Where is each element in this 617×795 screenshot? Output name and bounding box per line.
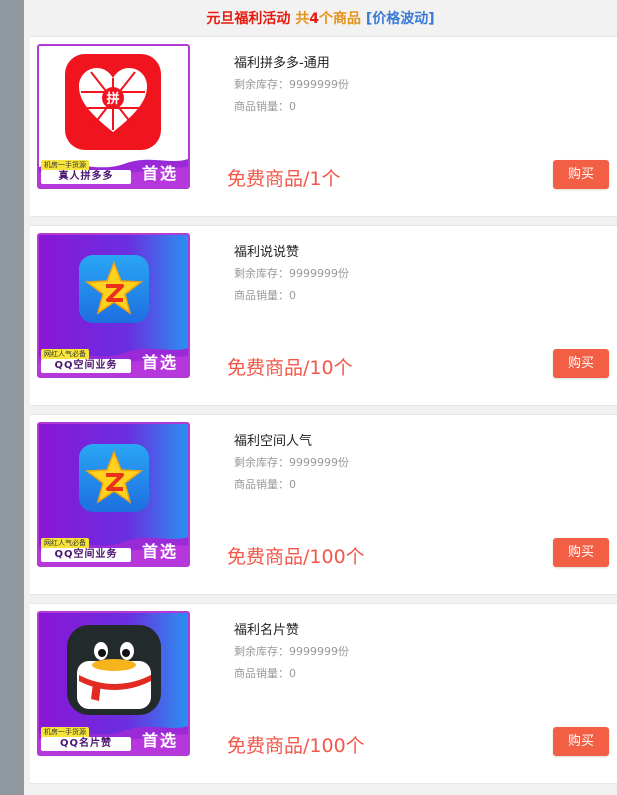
qzone-star-icon <box>79 444 149 512</box>
banner-pick: 首选 <box>141 164 178 183</box>
product-title[interactable]: 福利拼多多-通用 <box>234 52 330 71</box>
price-fluctuation-note: [价格波动] <box>365 11 435 27</box>
buy-button[interactable]: 购买 <box>553 727 609 756</box>
product-stock: 剩余库存：9999999份 <box>234 456 349 469</box>
product-cards: 拼 机房一手货源 真人拼多多 首选 福利拼多多-通用 剩余库存：9999999份… <box>30 36 617 792</box>
product-title[interactable]: 福利空间人气 <box>234 430 312 449</box>
banner-pick: 首选 <box>141 542 178 561</box>
product-title[interactable]: 福利名片赞 <box>234 619 299 638</box>
product-thumbnail[interactable]: 拼 机房一手货源 真人拼多多 首选 <box>37 44 190 189</box>
product-title[interactable]: 福利说说赞 <box>234 241 299 260</box>
buy-button[interactable]: 购买 <box>553 160 609 189</box>
product-sales: 商品销量：0 <box>234 100 296 113</box>
product-sales: 商品销量：0 <box>234 478 296 491</box>
product-thumbnail[interactable]: 网红人气必备 QQ空间业务 首选 <box>37 422 190 567</box>
product-thumbnail[interactable]: 机房一手货源 QQ名片赞 首选 <box>37 611 190 756</box>
thumbnail-banner: 机房一手货源 QQ名片赞 首选 <box>39 720 188 754</box>
product-list-page: 元旦福利活动 共4个商品 [价格波动] 拼 机房一手货源 真人拼多多 首选 福利… <box>24 0 617 795</box>
product-card[interactable]: 机房一手货源 QQ名片赞 首选 福利名片赞 剩余库存：9999999份 商品销量… <box>30 603 617 784</box>
product-card[interactable]: 网红人气必备 QQ空间业务 首选 福利说说赞 剩余库存：9999999份 商品销… <box>30 225 617 406</box>
banner-name: QQ名片赞 <box>41 737 131 751</box>
product-stock: 剩余库存：9999999份 <box>234 78 349 91</box>
product-card[interactable]: 网红人气必备 QQ空间业务 首选 福利空间人气 剩余库存：9999999份 商品… <box>30 414 617 595</box>
product-card[interactable]: 拼 机房一手货源 真人拼多多 首选 福利拼多多-通用 剩余库存：9999999份… <box>30 36 617 217</box>
qq-penguin-icon <box>67 625 161 715</box>
buy-button[interactable]: 购买 <box>553 349 609 378</box>
thumbnail-banner: 网红人气必备 QQ空间业务 首选 <box>39 531 188 565</box>
product-count: 4 <box>309 11 319 27</box>
count-suffix: 个商品 <box>318 11 361 27</box>
event-header: 元旦福利活动 共4个商品 [价格波动] <box>24 0 617 36</box>
thumbnail-banner: 机房一手货源 真人拼多多 首选 <box>39 153 188 187</box>
product-stock: 剩余库存：9999999份 <box>234 645 349 658</box>
banner-name: QQ空间业务 <box>41 359 131 373</box>
pinduoduo-logo-char: 拼 <box>106 91 119 107</box>
banner-pick: 首选 <box>141 731 178 750</box>
product-price: 免费商品/10个 <box>227 357 353 379</box>
product-sales: 商品销量：0 <box>234 289 296 302</box>
product-price: 免费商品/100个 <box>227 546 365 568</box>
product-stock: 剩余库存：9999999份 <box>234 267 349 280</box>
left-sidebar-strip <box>0 0 24 795</box>
product-price: 免费商品/100个 <box>227 735 365 757</box>
product-sales: 商品销量：0 <box>234 667 296 680</box>
qzone-star-icon <box>79 255 149 323</box>
product-thumbnail[interactable]: 网红人气必备 QQ空间业务 首选 <box>37 233 190 378</box>
product-price: 免费商品/1个 <box>227 168 341 190</box>
thumbnail-banner: 网红人气必备 QQ空间业务 首选 <box>39 342 188 376</box>
banner-pick: 首选 <box>141 353 178 372</box>
pinduoduo-logo-icon: 拼 <box>65 54 161 150</box>
banner-name: 真人拼多多 <box>41 170 131 184</box>
buy-button[interactable]: 购买 <box>553 538 609 567</box>
banner-name: QQ空间业务 <box>41 548 131 562</box>
count-prefix: 共 <box>295 11 310 27</box>
event-title: 元旦福利活动 <box>206 11 291 27</box>
